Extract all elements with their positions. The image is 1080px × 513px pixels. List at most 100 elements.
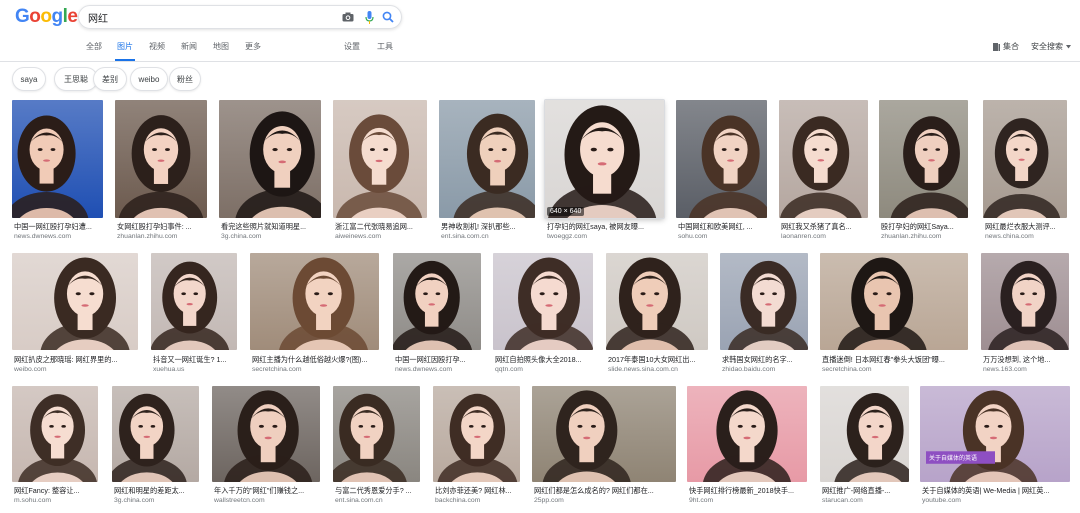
image-thumbnail[interactable] [219, 100, 321, 218]
image-source-domain: m.sohu.com [14, 497, 52, 504]
image-thumbnail[interactable] [720, 253, 808, 350]
chip-fans[interactable]: 粉丝 [169, 67, 201, 91]
dropdown-arrow-icon [1066, 44, 1071, 48]
search-tabs: 全部 图片 视频 新闻 地图 更多 设置 工具 集合 安全搜索 [0, 38, 1080, 62]
image-thumbnail[interactable] [115, 100, 207, 218]
image-caption[interactable]: 女网红殴打孕妇事件: ... [117, 222, 207, 231]
image-source-domain: xuehua.us [153, 366, 185, 373]
image-thumbnail[interactable] [779, 100, 868, 218]
image-caption[interactable]: 求韩国女网红的名字... [722, 355, 808, 364]
image-caption[interactable]: 直播迷倒! 日本网红春"拳头大饭团"曝... [822, 355, 968, 364]
image-thumbnail[interactable]: 关于自媒体的英语 [920, 386, 1070, 482]
image-caption[interactable]: 浙江富二代张晓易追网... [335, 222, 427, 231]
image-thumbnail[interactable] [439, 100, 535, 218]
tab-tools[interactable]: 工具 [377, 41, 393, 52]
tab-news[interactable]: 新闻 [181, 41, 197, 52]
image-thumbnail[interactable] [606, 253, 708, 350]
image-thumbnail[interactable] [393, 253, 481, 350]
image-size-badge: 640 × 640 [547, 207, 585, 216]
image-caption[interactable]: 打孕妇的网红saya, 被网友曝... [547, 222, 664, 231]
image-source-domain: zhuanlan.zhihu.com [117, 233, 178, 240]
image-thumbnail[interactable] [879, 100, 968, 218]
image-caption[interactable]: 快手网红排行榜最新_2018快手... [689, 486, 807, 495]
image-caption[interactable]: 男神收割机! 深扒那些... [441, 222, 535, 231]
image-caption[interactable]: 与富二代秀恩爱分手? ... [335, 486, 420, 495]
image-thumbnail[interactable] [820, 386, 909, 482]
image-source-domain: sohu.com [678, 233, 708, 240]
image-source-domain: zhuanlan.zhihu.com [881, 233, 942, 240]
collections-icon [993, 42, 1000, 51]
image-thumbnail[interactable] [333, 100, 427, 218]
image-thumbnail[interactable] [12, 386, 98, 482]
microphone-icon[interactable] [362, 10, 376, 24]
image-thumbnail[interactable] [493, 253, 593, 350]
collections-button[interactable]: 集合 [993, 41, 1019, 52]
tab-settings[interactable]: 设置 [344, 41, 360, 52]
image-caption[interactable]: 中国一网红殴打孕妇遭... [14, 222, 103, 231]
tab-more[interactable]: 更多 [245, 41, 261, 52]
search-box[interactable] [78, 5, 402, 29]
search-icon[interactable] [381, 10, 395, 24]
image-caption[interactable]: 网红自拍照头像大全2018... [495, 355, 593, 364]
image-thumbnail[interactable] [151, 253, 237, 350]
image-thumbnail[interactable] [981, 253, 1069, 350]
image-caption[interactable]: 2017年泰国10大女网红出... [608, 355, 708, 364]
image-caption[interactable]: 网红和明星的差距太... [114, 486, 199, 495]
image-source-domain: ent.sina.com.cn [441, 233, 489, 240]
image-caption[interactable]: 万万没想到, 这个地... [983, 355, 1069, 364]
chip-difference[interactable]: 差别 [93, 67, 127, 91]
image-caption[interactable]: 网红最烂衣服大测评... [985, 222, 1067, 231]
image-thumbnail[interactable] [12, 253, 138, 350]
camera-icon[interactable] [341, 10, 355, 24]
image-thumbnail[interactable] [112, 386, 199, 482]
image-thumbnail[interactable] [250, 253, 379, 350]
image-source-domain: news.dwnews.com [14, 233, 72, 240]
image-thumbnail[interactable] [820, 253, 968, 350]
image-thumbnail[interactable] [983, 100, 1067, 218]
safe-search-button[interactable]: 安全搜索 [1031, 41, 1071, 52]
image-caption[interactable]: 网红扒皮之那晓瑶: 网红界里的... [14, 355, 138, 364]
chip-weibo[interactable]: weibo [130, 67, 168, 91]
image-source-domain: wallstreetcn.com [214, 497, 265, 504]
image-caption[interactable]: 网红主播为什么越低俗越火爆?(图)... [252, 355, 379, 364]
image-caption[interactable]: 关于自媒体的英语| We-Media | 网红英... [922, 486, 1070, 495]
image-caption[interactable]: 年入千万的"网红"们赚钱之... [214, 486, 320, 495]
image-caption[interactable]: 抖音又一网红诞生? 1... [153, 355, 237, 364]
image-caption[interactable]: 比刘亦菲还美? 网红林... [435, 486, 520, 495]
image-source-domain: 9ht.com [689, 497, 714, 504]
image-source-domain: 3g.china.com [221, 233, 262, 240]
image-caption[interactable]: 看完这些照片就知道明星... [221, 222, 321, 231]
image-caption[interactable]: 网红Fancy: 整容让... [14, 486, 98, 495]
chip-saya[interactable]: saya [12, 67, 46, 91]
image-thumbnail[interactable] [12, 100, 103, 218]
image-caption[interactable]: 中国网红和欧美网红, ... [678, 222, 767, 231]
image-thumbnail[interactable] [433, 386, 520, 482]
search-input[interactable] [88, 9, 328, 25]
tab-images[interactable]: 图片 [117, 41, 133, 52]
tab-videos[interactable]: 视频 [149, 41, 165, 52]
image-source-domain: zhidao.baidu.com [722, 366, 776, 373]
image-caption[interactable]: 中国一网红因殴打孕... [395, 355, 481, 364]
image-thumbnail[interactable] [212, 386, 320, 482]
image-caption[interactable]: 网红我又杀猪了真名... [781, 222, 868, 231]
image-source-domain: news.163.com [983, 366, 1027, 373]
image-thumbnail[interactable] [676, 100, 767, 218]
chip-wang-sicong[interactable]: 王思聪 [54, 67, 98, 91]
image-thumbnail[interactable]: 640 × 640 [545, 100, 664, 218]
image-source-domain: secretchina.com [822, 366, 872, 373]
google-logo[interactable]: Google [15, 6, 78, 28]
tab-maps[interactable]: 地图 [213, 41, 229, 52]
image-source-domain: qqtn.com [495, 366, 523, 373]
image-source-domain: slide.news.sina.com.cn [608, 366, 678, 373]
image-caption[interactable]: 网红们都是怎么成名的? 网红们都在... [534, 486, 676, 495]
image-source-domain: weibo.com [14, 366, 47, 373]
image-caption[interactable]: 网红推广-网络直播-... [822, 486, 909, 495]
image-thumbnail[interactable] [333, 386, 420, 482]
image-thumbnail[interactable] [532, 386, 676, 482]
image-source-domain: news.china.com [985, 233, 1034, 240]
image-thumbnail[interactable] [687, 386, 807, 482]
image-caption[interactable]: 殴打孕妇的网红Saya... [881, 222, 968, 231]
tab-all[interactable]: 全部 [86, 41, 102, 52]
svg-text:关于自媒体的英语: 关于自媒体的英语 [929, 454, 977, 462]
image-source-domain: 25pp.com [534, 497, 564, 504]
